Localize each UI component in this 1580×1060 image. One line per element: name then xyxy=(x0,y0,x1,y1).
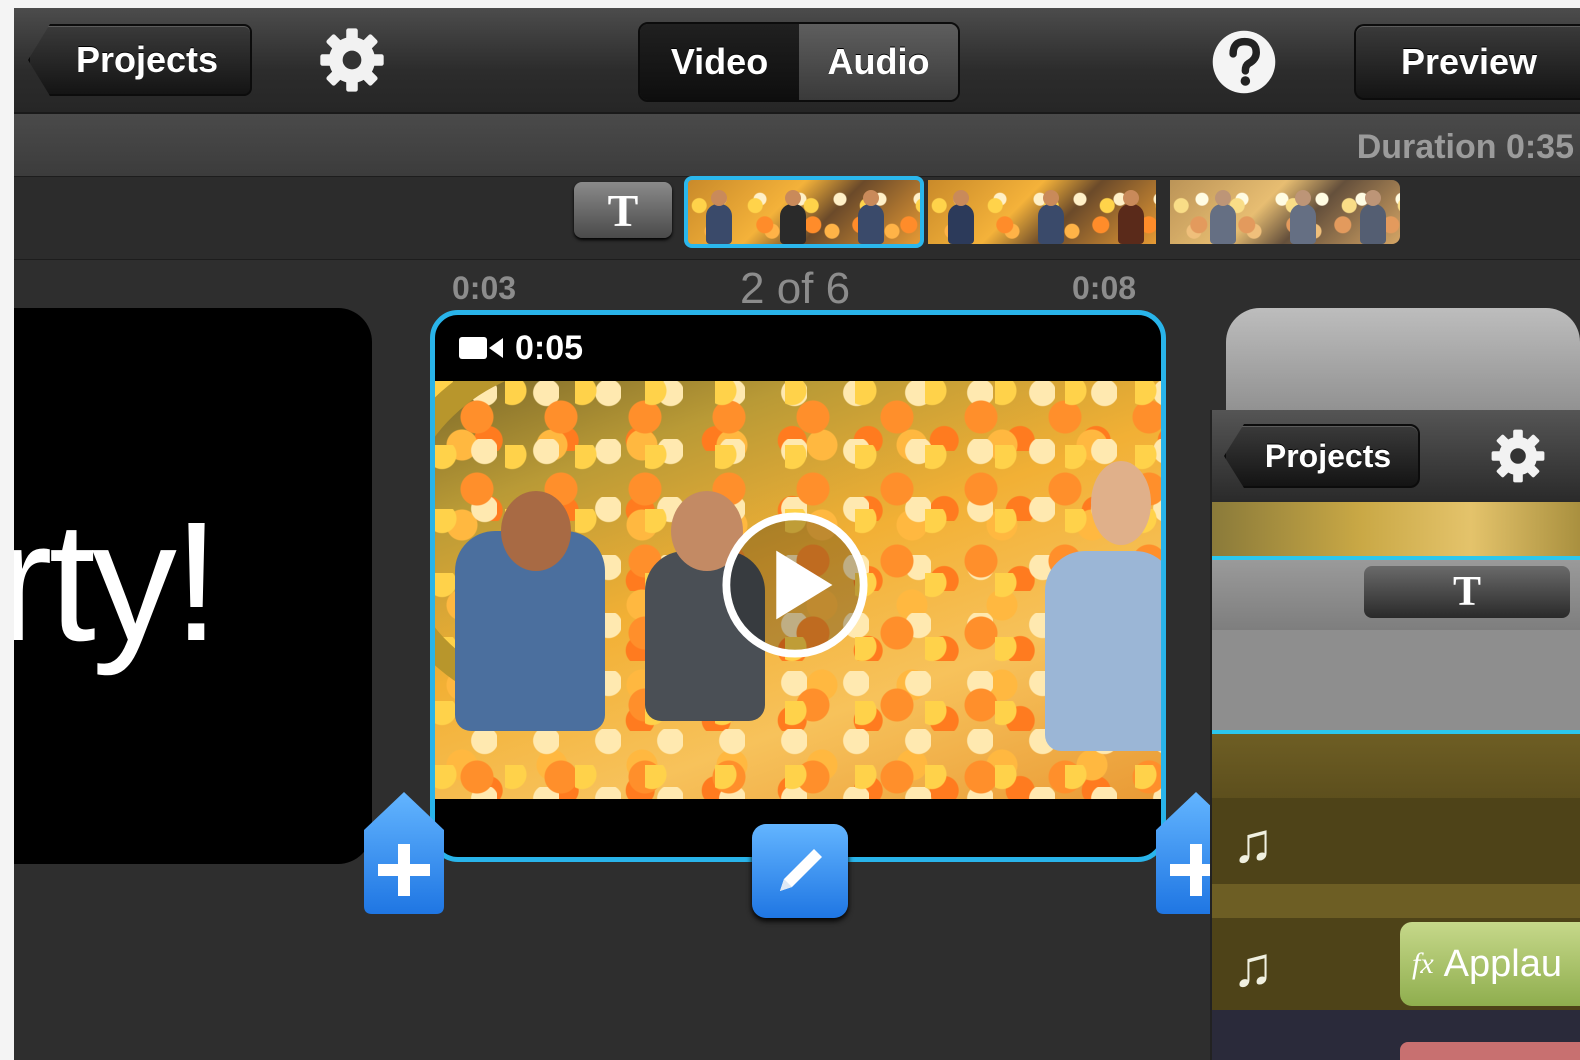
gear-icon[interactable] xyxy=(316,24,388,96)
sound-effect-clip[interactable]: fx Applau xyxy=(1400,922,1580,1006)
video-audio-segmented-control: Video Audio xyxy=(638,22,960,102)
duration-label: Duration 0:35 xyxy=(1356,128,1574,166)
top-toolbar: Projects Video Audio Preview xyxy=(14,8,1580,114)
inset-clip-area xyxy=(1212,630,1580,730)
previous-title-card[interactable]: rty! xyxy=(14,308,372,864)
fx-icon: fx xyxy=(1412,947,1434,980)
gear-icon[interactable] xyxy=(1488,426,1548,486)
inset-track-spacer xyxy=(1212,734,1580,798)
add-clip-button-left[interactable] xyxy=(356,786,452,916)
time-tick-left: 0:03 xyxy=(452,270,517,306)
segment-audio[interactable]: Audio xyxy=(799,24,958,100)
clip-duration: 0:05 xyxy=(515,328,584,367)
time-tick-right: 0:08 xyxy=(1072,270,1137,306)
music-note-icon: ♫ xyxy=(1232,935,1274,998)
inset-projects-back-button[interactable]: Projects xyxy=(1224,424,1420,488)
selected-video-clip[interactable]: 0:05 xyxy=(430,310,1166,862)
inset-track-divider xyxy=(1212,884,1580,918)
audio-track-1[interactable]: ♫ xyxy=(1212,798,1580,884)
clip-header: 0:05 xyxy=(435,315,1161,381)
thumbnail[interactable] xyxy=(1170,180,1400,244)
title-card-text: rty! xyxy=(14,487,220,677)
preview-button[interactable]: Preview xyxy=(1354,24,1580,100)
video-frame xyxy=(435,381,1161,799)
clip-counter: 2 of 6 xyxy=(740,264,851,313)
audio-clip-red[interactable] xyxy=(1400,1042,1580,1060)
inset-title-chip[interactable]: T xyxy=(1364,566,1570,618)
help-icon[interactable] xyxy=(1210,28,1278,96)
title-chip[interactable]: T xyxy=(574,182,672,238)
edit-clip-button[interactable] xyxy=(752,824,848,918)
pencil-icon xyxy=(780,849,822,891)
video-camera-icon xyxy=(459,337,503,359)
segment-video[interactable]: Video xyxy=(640,24,799,100)
thumbnail[interactable] xyxy=(928,180,1156,244)
sound-effect-label: Applau xyxy=(1443,942,1562,985)
play-icon[interactable] xyxy=(717,507,873,663)
inset-audio-view: Projects T ♫ ♫ fx Applau xyxy=(1210,410,1580,1060)
music-note-icon: ♫ xyxy=(1232,811,1274,874)
projects-back-button[interactable]: Projects xyxy=(28,24,252,96)
app-window: Projects Video Audio Preview Duration 0:… xyxy=(14,8,1580,1060)
thumbnail-selected[interactable] xyxy=(684,176,924,248)
inset-video-strip xyxy=(1212,502,1580,558)
duration-band xyxy=(14,114,1580,176)
